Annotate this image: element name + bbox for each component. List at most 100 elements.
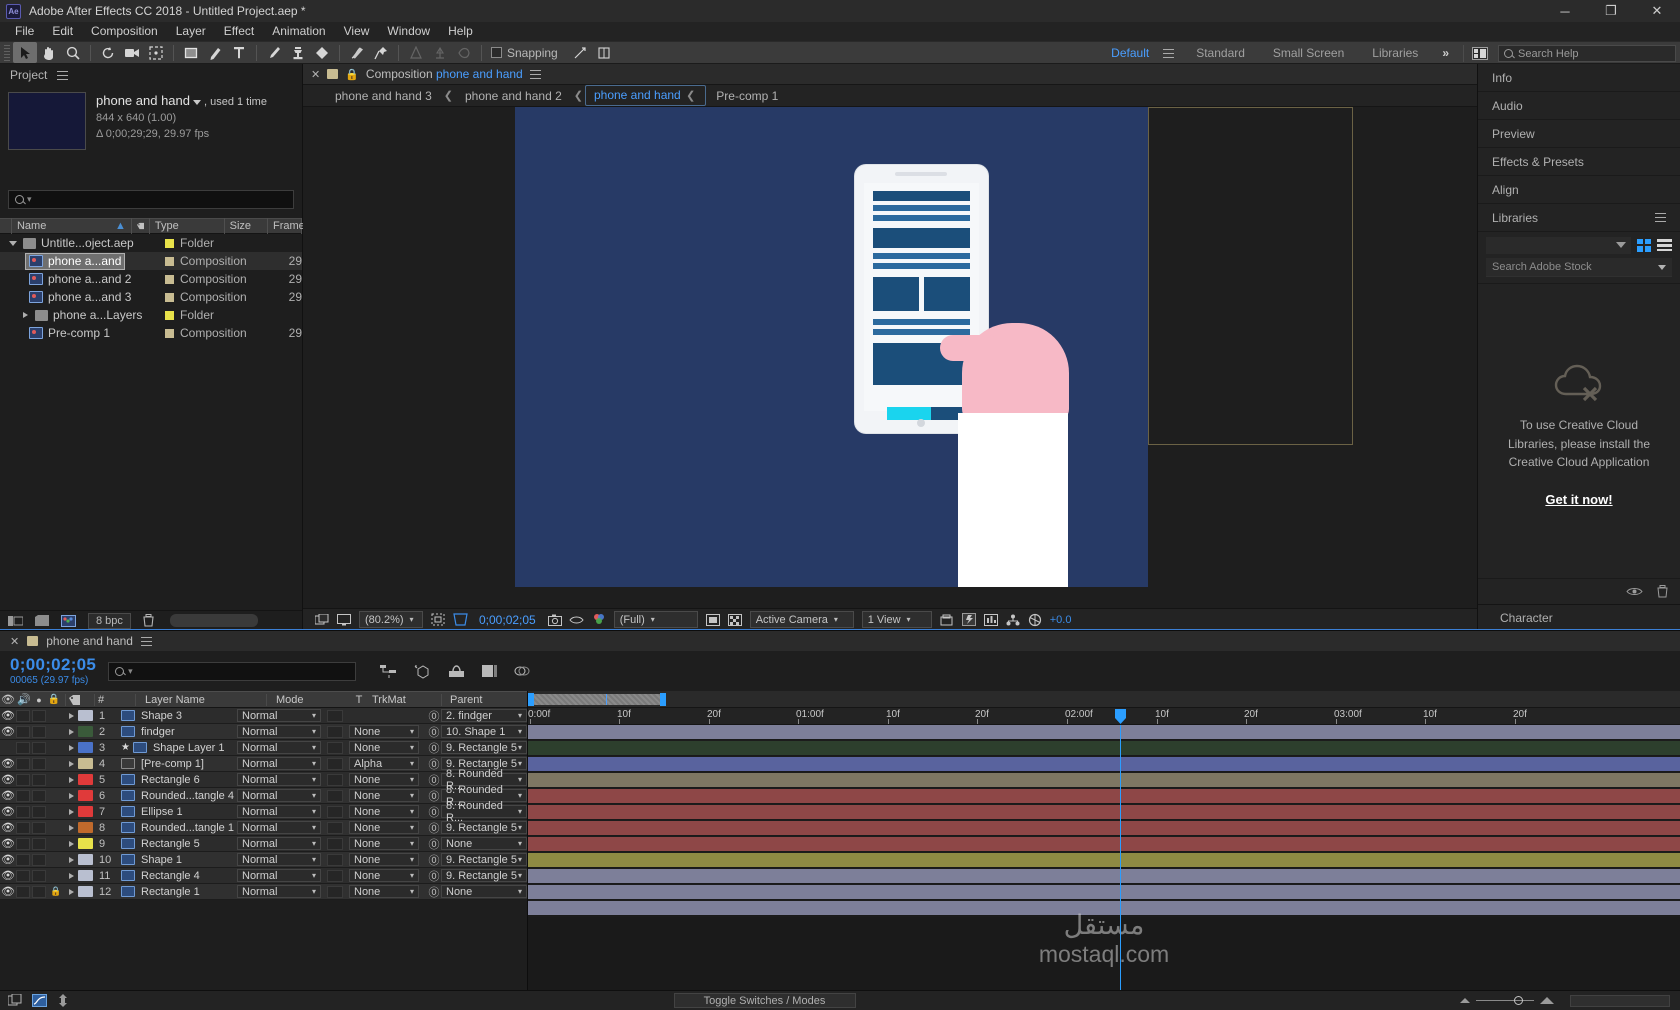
project-row-name[interactable]: phone a...Layers <box>32 308 145 323</box>
project-row-comp-3[interactable]: phone a...and 3 Composition 29 <box>0 288 302 306</box>
project-row-comp-2[interactable]: phone a...and 2 Composition 29 <box>0 270 302 288</box>
layer-solo-toggle[interactable] <box>32 789 46 802</box>
layer-track-matte-select[interactable]: Alpha ▾ <box>349 757 419 770</box>
layer-track-row[interactable] <box>528 821 1680 837</box>
layer-audio-toggle[interactable] <box>16 853 30 866</box>
layer-audio-toggle[interactable] <box>16 741 30 754</box>
layer-track-matte-select[interactable]: None ▾ <box>349 789 419 802</box>
layer-row[interactable]: 👁 10 Shape 1 Normal ▾ None ▾ ⓪ 9. Rectangle 5 ▾ <box>0 852 527 868</box>
layer-label-swatch[interactable] <box>78 774 93 785</box>
layer-audio-toggle[interactable] <box>16 789 30 802</box>
library-select[interactable] <box>1486 236 1631 254</box>
layer-parent-select[interactable]: 8. Rounded R... ▾ <box>441 800 527 824</box>
exposure-value[interactable]: +0.0 <box>1046 614 1072 626</box>
type-tool-icon[interactable] <box>227 42 251 63</box>
breadcrumb-phone-and-hand-3[interactable]: phone and hand 3 <box>325 88 442 104</box>
layer-label-swatch[interactable] <box>78 806 93 817</box>
clone-stamp-tool-icon[interactable] <box>286 42 310 63</box>
project-row-precomp-1[interactable]: Pre-comp 1 Composition 29 <box>0 324 302 342</box>
layer-audio-toggle[interactable] <box>16 885 30 898</box>
layer-duration-bar[interactable] <box>528 901 1680 915</box>
layer-twirl-icon[interactable] <box>64 776 78 783</box>
column-name[interactable]: Name ▲ <box>12 218 132 234</box>
layer-parent-select[interactable]: 2. findger ▾ <box>441 709 527 722</box>
camera-select[interactable]: Active Camera ▾ <box>749 611 854 628</box>
mask-tool-icon[interactable] <box>452 42 476 63</box>
layer-track-matte-select[interactable]: None ▾ <box>349 741 419 754</box>
twirl-open-icon[interactable] <box>6 240 20 246</box>
delete-icon[interactable] <box>143 614 154 627</box>
toolbar-grip[interactable] <box>4 44 10 61</box>
layer-blend-mode-select[interactable]: Normal ▾ <box>237 773 321 786</box>
anchor-tool-icon[interactable] <box>428 42 452 63</box>
layer-name[interactable]: Rectangle 1 <box>141 886 237 898</box>
timeline-scrollbar[interactable] <box>1570 994 1670 1007</box>
monitor-icon[interactable] <box>333 611 355 629</box>
close-button[interactable]: ✕ <box>1634 0 1680 22</box>
get-it-now-link[interactable]: Get it now! <box>1545 492 1612 507</box>
layer-parent-select[interactable]: None ▾ <box>441 885 527 898</box>
workspace-libraries[interactable]: Libraries <box>1358 42 1432 65</box>
layer-preserve-transparency-toggle[interactable] <box>327 869 343 882</box>
zoom-level-select[interactable]: (80.2%) ▾ <box>359 611 423 628</box>
layer-label-swatch[interactable] <box>78 838 93 849</box>
workspace-small-screen[interactable]: Small Screen <box>1259 42 1358 65</box>
frame-render-icon[interactable] <box>8 994 22 1007</box>
current-time-indicator[interactable] <box>1120 725 1121 990</box>
layer-track-row[interactable] <box>528 805 1680 821</box>
layer-visibility-toggle[interactable]: 👁 <box>0 773 16 786</box>
layer-preserve-transparency-toggle[interactable] <box>327 821 343 834</box>
layer-row[interactable]: 👁 8 Rounded...tangle 1 Normal ▾ None ▾ ⓪ 9. Rect… <box>0 820 527 836</box>
layer-duration-bar[interactable] <box>528 885 1680 899</box>
layer-solo-toggle[interactable] <box>32 837 46 850</box>
label-swatch[interactable] <box>165 274 174 284</box>
motion-blur-icon[interactable] <box>514 664 531 679</box>
breadcrumb-phone-and-hand[interactable]: phone and hand ❮ <box>584 85 707 106</box>
column-label-swatch[interactable] <box>132 218 150 234</box>
project-row-name[interactable]: phone a...and 2 <box>26 272 134 287</box>
eraser-tool-icon[interactable] <box>310 42 334 63</box>
layer-parent-select[interactable]: 9. Rectangle 5 ▾ <box>441 869 527 882</box>
composition-canvas[interactable] <box>515 107 1148 587</box>
header-parent[interactable]: Parent <box>445 694 515 706</box>
layer-name[interactable]: findger <box>141 726 237 738</box>
layer-track-matte-select[interactable]: None ▾ <box>349 885 419 898</box>
layer-blend-mode-select[interactable]: Normal ▾ <box>237 805 321 818</box>
region-toggle-icon[interactable] <box>702 611 724 629</box>
layer-duration-bar[interactable] <box>528 773 1680 787</box>
composition-viewer[interactable] <box>303 107 1477 608</box>
workspace-standard[interactable]: Standard <box>1182 42 1259 65</box>
layer-name[interactable]: Rectangle 4 <box>141 870 237 882</box>
layer-name[interactable]: Shape Layer 1 <box>153 742 237 754</box>
menu-animation[interactable]: Animation <box>263 22 334 41</box>
layer-audio-toggle[interactable] <box>16 821 30 834</box>
views-select[interactable]: 1 View ▾ <box>861 611 932 628</box>
expand-collapse-icon[interactable] <box>57 994 69 1007</box>
hide-shy-layers-icon[interactable] <box>448 664 465 679</box>
layer-visibility-toggle[interactable]: 👁 <box>0 725 16 738</box>
minimize-button[interactable]: ─ <box>1542 0 1588 22</box>
layer-name[interactable]: Ellipse 1 <box>141 806 237 818</box>
layer-audio-toggle[interactable] <box>16 709 30 722</box>
project-row-layers-folder[interactable]: phone a...Layers Folder <box>0 306 302 324</box>
graph-editor-icon[interactable] <box>32 994 47 1007</box>
layer-track-row[interactable] <box>528 773 1680 789</box>
layer-blend-mode-select[interactable]: Normal ▾ <box>237 853 321 866</box>
layer-track-matte-select[interactable]: None ▾ <box>349 725 419 738</box>
layer-row[interactable]: 👁 7 Ellipse 1 Normal ▾ None ▾ ⓪ 8. Rounded R... ▾ <box>0 800 527 824</box>
adobe-stock-search[interactable]: Search Adobe Stock <box>1486 258 1672 277</box>
parent-pickwhip-icon[interactable]: ⓪ <box>427 804 441 820</box>
panel-align[interactable]: Align <box>1478 176 1680 204</box>
selection-tool-icon[interactable] <box>13 42 37 63</box>
layer-blend-mode-select[interactable]: Normal ▾ <box>237 741 321 754</box>
layer-twirl-icon[interactable] <box>64 792 78 799</box>
layer-duration-bar[interactable] <box>528 725 1680 739</box>
layer-duration-bar[interactable] <box>528 757 1680 771</box>
layer-blend-mode-select[interactable]: Normal ▾ <box>237 725 321 738</box>
layer-solo-toggle[interactable] <box>32 885 46 898</box>
layer-duration-bar[interactable] <box>528 821 1680 835</box>
layer-track-row[interactable] <box>528 757 1680 773</box>
snapshot-icon[interactable] <box>544 611 566 629</box>
zoom-in-icon[interactable] <box>1540 997 1554 1004</box>
layer-label-swatch[interactable] <box>78 886 93 897</box>
